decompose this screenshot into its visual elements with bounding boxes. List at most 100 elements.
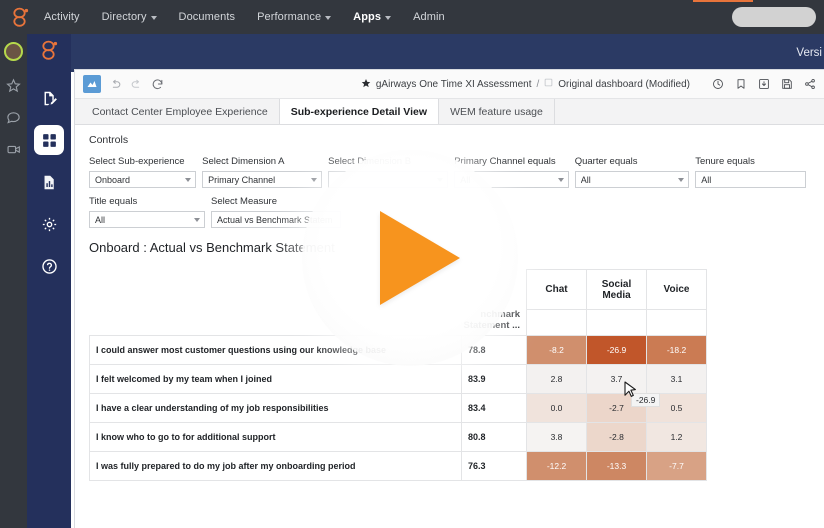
- avatar[interactable]: [4, 42, 23, 61]
- heat-cell-social-media[interactable]: -13.3: [586, 451, 647, 481]
- history-icon[interactable]: [712, 78, 724, 90]
- spacer-cell: [646, 309, 707, 336]
- nav-item-label: Documents: [178, 11, 236, 23]
- nav-item-activity[interactable]: Activity: [42, 8, 82, 26]
- filter-value: Primary Channel: [208, 174, 276, 185]
- utility-rail: [0, 34, 27, 528]
- tab-contact-center-employee-experience[interactable]: Contact Center Employee Experience: [81, 99, 280, 124]
- dashboard-icon: [544, 78, 553, 90]
- redo-icon[interactable]: [130, 78, 143, 91]
- chevron-down-icon: [325, 15, 332, 20]
- product-logo[interactable]: [6, 7, 34, 27]
- row-statement: I know who to go to for additional suppo…: [89, 422, 462, 452]
- nav-item-admin[interactable]: Admin: [411, 8, 447, 26]
- sidebar-logo[interactable]: [41, 40, 58, 65]
- column-header-social-media[interactable]: Social Media: [586, 269, 647, 310]
- dashboard-toolbar: gAirways One Time XI Assessment / Origin…: [75, 70, 824, 99]
- table-row: I have a clear understanding of my job r…: [89, 393, 707, 423]
- filter-label: Title equals: [89, 196, 138, 207]
- global-search-input[interactable]: [732, 7, 816, 27]
- top-navigation-bar: Activity Directory Documents Performance…: [0, 0, 824, 34]
- filter-value: Onboard: [95, 174, 131, 185]
- sidebar-item-help[interactable]: [34, 251, 64, 281]
- filter-dropdown[interactable]: All: [89, 211, 205, 228]
- chevron-down-icon: [185, 177, 192, 182]
- refresh-icon[interactable]: [151, 78, 164, 91]
- mouse-cursor: [624, 381, 637, 404]
- spacer-cell: [586, 309, 647, 336]
- filter-title-equals: Title equals All: [89, 196, 205, 228]
- filter-select-dimension-a: Select Dimension A Primary Channel: [202, 156, 323, 188]
- filter-label: Quarter equals: [574, 156, 638, 167]
- star-icon[interactable]: [6, 78, 21, 93]
- heat-cell-social-media[interactable]: -2.8: [586, 422, 647, 452]
- heat-cell-voice[interactable]: -7.7: [646, 451, 707, 481]
- filter-label: Select Sub-experience: [89, 156, 185, 167]
- nav-item-label: Performance: [257, 11, 322, 23]
- nav-item-documents[interactable]: Documents: [177, 8, 238, 26]
- filter-select-sub-experience: Select Sub-experience Onboard: [89, 156, 197, 188]
- table-row: I was fully prepared to do my job after …: [89, 451, 707, 481]
- heat-cell-social-media[interactable]: 3.7: [586, 364, 647, 394]
- play-icon: [380, 211, 460, 305]
- filter-dropdown[interactable]: Onboard: [89, 171, 197, 188]
- screen-root: Activity Directory Documents Performance…: [0, 0, 824, 528]
- nav-item-directory[interactable]: Directory: [100, 8, 159, 26]
- nav-active-accent: [693, 0, 753, 2]
- nav-item-performance[interactable]: Performance: [255, 8, 333, 26]
- heat-cell-chat[interactable]: 2.8: [526, 364, 587, 394]
- nav-item-apps[interactable]: Apps: [351, 8, 393, 26]
- row-statement: I felt welcomed by my team when I joined: [89, 364, 462, 394]
- tab-label: Sub-experience Detail View: [290, 105, 428, 118]
- download-icon[interactable]: [758, 78, 770, 90]
- sidebar-item-report-chart[interactable]: [34, 167, 64, 197]
- filter-value: All: [95, 214, 106, 225]
- heat-cell-voice[interactable]: 1.2: [646, 422, 707, 452]
- sidebar-item-apps-grid[interactable]: [34, 125, 64, 155]
- table-row: I know who to go to for additional suppo…: [89, 422, 707, 452]
- filter-label: Primary Channel equals: [454, 156, 556, 167]
- heat-cell-social-media[interactable]: -26.9: [586, 335, 647, 365]
- heat-cell-voice[interactable]: 3.1: [646, 364, 707, 394]
- video-play-button[interactable]: [302, 150, 518, 366]
- heat-cell-chat[interactable]: -12.2: [526, 451, 587, 481]
- top-nav-items: Activity Directory Documents Performance…: [42, 8, 447, 26]
- toolbar-actions: [712, 78, 816, 90]
- controls-heading: Controls: [89, 134, 129, 146]
- undo-icon[interactable]: [109, 78, 122, 91]
- bookmark-icon[interactable]: [735, 78, 747, 90]
- tab-wem-feature-usage[interactable]: WEM feature usage: [439, 99, 555, 124]
- save-icon[interactable]: [781, 78, 793, 90]
- filter-dropdown[interactable]: All: [574, 171, 690, 188]
- filter-dropdown[interactable]: Primary Channel: [202, 171, 323, 188]
- heat-cell-chat[interactable]: 0.0: [526, 393, 587, 423]
- tab-label: Contact Center Employee Experience: [92, 105, 268, 118]
- nav-item-label: Apps: [353, 11, 382, 23]
- app-sidebar: [27, 34, 71, 528]
- filter-tenure-equals: Tenure equals All: [695, 156, 807, 188]
- breadcrumb-separator: /: [536, 78, 540, 90]
- sidebar-item-settings[interactable]: [34, 209, 64, 239]
- view-title[interactable]: Original dashboard (Modified): [558, 79, 690, 90]
- heat-cell-chat[interactable]: -8.2: [526, 335, 587, 365]
- column-header-voice[interactable]: Voice: [646, 269, 707, 310]
- row-statement: I was fully prepared to do my job after …: [89, 451, 462, 481]
- sidebar-item-document-edit[interactable]: [34, 83, 64, 113]
- star-filled-icon[interactable]: [361, 78, 371, 91]
- tab-sub-experience-detail-view[interactable]: Sub-experience Detail View: [279, 99, 440, 124]
- share-icon[interactable]: [804, 78, 816, 90]
- chevron-down-icon: [311, 177, 318, 182]
- filter-label: Tenure equals: [695, 156, 755, 167]
- nav-item-label: Activity: [44, 11, 80, 23]
- filter-dropdown[interactable]: All: [695, 171, 807, 188]
- row-benchmark: 83.4: [461, 393, 527, 423]
- chat-icon[interactable]: [6, 110, 21, 125]
- viz-mark-icon: [83, 75, 101, 93]
- video-icon[interactable]: [6, 142, 22, 157]
- heat-cell-voice[interactable]: -18.2: [646, 335, 707, 365]
- filter-value: All: [580, 174, 591, 185]
- workbook-title[interactable]: gAirways One Time XI Assessment: [376, 79, 532, 90]
- tab-label: WEM feature usage: [450, 105, 543, 118]
- column-header-chat[interactable]: Chat: [526, 269, 587, 310]
- heat-cell-chat[interactable]: 3.8: [526, 422, 587, 452]
